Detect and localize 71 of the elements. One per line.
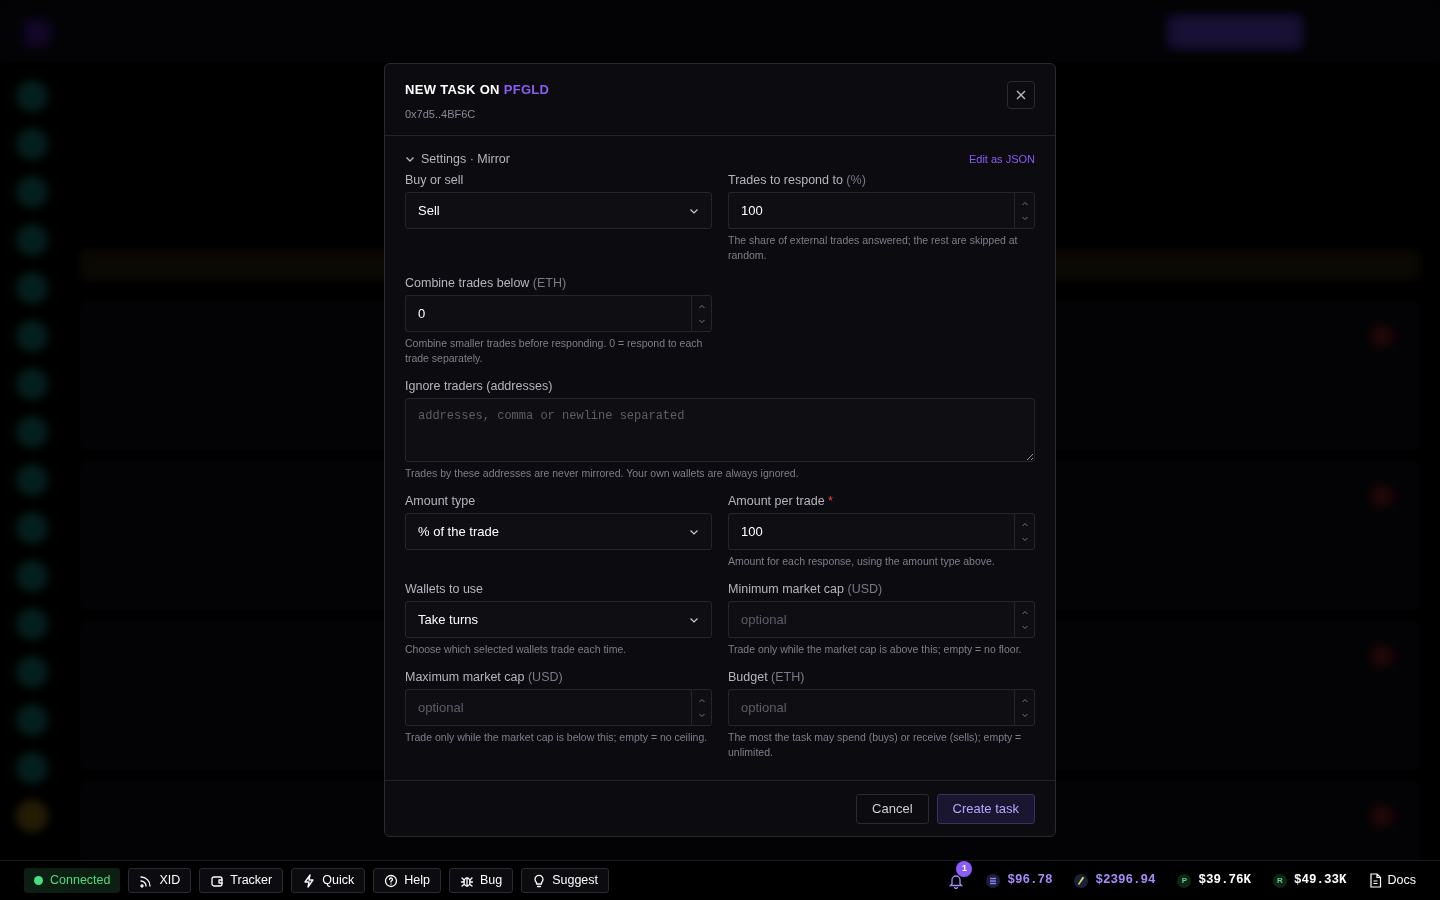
feather-token-icon [1074, 873, 1089, 888]
notification-badge: 1 [956, 860, 973, 877]
stepper-icon [1020, 696, 1029, 719]
help-text: The most the task may spend (buys) or receive (sells); empty = unlimited. [728, 730, 1023, 761]
select-field[interactable]: Take turns [405, 601, 712, 639]
field-label: Ignore traders (addresses) [405, 378, 554, 395]
bell-icon [948, 872, 965, 889]
help-icon [384, 873, 399, 888]
token-badge: P [1177, 873, 1192, 888]
number-field[interactable]: 0 [405, 295, 691, 333]
stepper-button[interactable] [1014, 689, 1035, 727]
help-text: Combine smaller trades before responding. 0 = respond to each trade separately. [405, 336, 704, 367]
field-label: Amount type [405, 493, 477, 510]
field-label: Wallets to use [405, 581, 485, 598]
token-price: $39.76K [1198, 872, 1251, 890]
dialog-title: NEW TASK ON PFGLD [405, 81, 550, 99]
stepper-button[interactable] [691, 689, 712, 727]
number-field[interactable]: 100 [728, 192, 1014, 230]
bug-button[interactable]: Bug [448, 868, 514, 893]
stripes-token-icon [986, 873, 1001, 888]
field-label: Amount per trade * [728, 493, 834, 510]
section-toggle[interactable]: Settings · Mirror [405, 149, 510, 169]
help-text: Trade only while the market cap is below this; empty = no ceiling. [405, 730, 709, 746]
help-button[interactable]: Help [373, 868, 441, 893]
stepper-button[interactable] [691, 295, 712, 333]
field-label: Buy or sell [405, 172, 465, 189]
number-field[interactable]: 100 [728, 513, 1014, 551]
create-button[interactable]: Create task [936, 793, 1035, 824]
field-label: Minimum market cap (USD) [728, 581, 884, 598]
stepper-button[interactable] [1014, 513, 1035, 551]
field-label: Combine trades below (ETH) [405, 275, 568, 292]
stepper-button[interactable] [1014, 192, 1035, 230]
stepper-icon [1020, 608, 1029, 631]
help-text: Amount for each response, using the amount type above. [728, 554, 996, 570]
lightbulb-icon [532, 873, 547, 888]
stepper-icon [697, 302, 706, 325]
lightning-button[interactable]: Quick [291, 868, 366, 893]
contract-address: 0x7d5..4BF6C [405, 107, 477, 122]
token-badge: R [1273, 873, 1287, 888]
document-icon [1368, 873, 1382, 888]
help-text: Trades by these addresses are never mirrored. Your own wallets are always ignored. [405, 466, 800, 482]
docs-link[interactable]: Docs [1368, 871, 1416, 890]
help-text: Choose which selected wallets trade each time. [405, 642, 628, 658]
help-text: The share of external trades answered; the rest are skipped at random. [728, 233, 1019, 264]
lightbulb-button[interactable]: Suggest [521, 868, 609, 893]
select-field[interactable]: Sell [405, 192, 712, 230]
stepper-icon [1020, 199, 1029, 222]
field-label: Budget (ETH) [728, 669, 806, 686]
help-text: Trade only while the market cap is above this; empty = no floor. [728, 642, 1023, 658]
token-price: $49.33K [1294, 872, 1347, 890]
number-field[interactable]: optional [728, 601, 1014, 639]
token-price: $2396.94 [1095, 872, 1156, 890]
wallet-icon [210, 873, 225, 888]
rss-icon [139, 873, 154, 888]
stepper-icon [1020, 520, 1029, 543]
address-textarea[interactable]: addresses, comma or newline separated [405, 398, 1035, 463]
rss-button[interactable]: XID [128, 868, 192, 893]
wallet-button[interactable]: Tracker [199, 868, 284, 893]
close-icon [1016, 90, 1026, 100]
stepper-icon [697, 696, 706, 719]
token-price: $96.78 [1007, 872, 1053, 890]
cancel-button[interactable]: Cancel [856, 793, 929, 824]
select-field[interactable]: % of the trade [405, 513, 712, 551]
edit-json-link[interactable]: Edit as JSON [968, 150, 1035, 168]
close-button[interactable] [1007, 81, 1035, 109]
field-label: Trades to respond to (%) [728, 172, 867, 189]
field-label: Maximum market cap (USD) [405, 669, 564, 686]
number-field[interactable]: optional [405, 689, 691, 727]
number-field[interactable]: optional [728, 689, 1014, 727]
stepper-button[interactable] [1014, 601, 1035, 639]
connection-status: Connected [24, 868, 121, 893]
